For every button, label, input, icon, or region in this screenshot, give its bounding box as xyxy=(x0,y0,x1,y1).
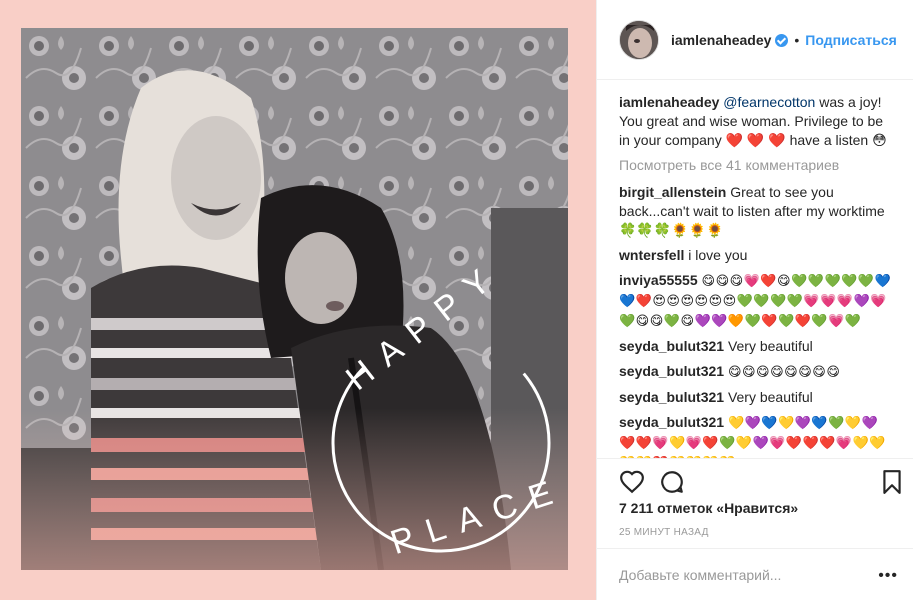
caption-mention[interactable]: @fearnecotton xyxy=(723,94,815,110)
comment-username[interactable]: seyda_bulut321 xyxy=(619,389,724,405)
comment-username[interactable]: wntersfell xyxy=(619,247,684,263)
post-timestamp: 25 МИНУТ НАЗАД xyxy=(619,527,709,538)
header-separator: • xyxy=(794,31,800,48)
comment-text: Very beautiful xyxy=(727,389,813,405)
add-comment-input[interactable] xyxy=(619,564,869,586)
more-options-icon[interactable]: ••• xyxy=(878,567,898,585)
follow-button[interactable]: Подписаться xyxy=(805,32,897,48)
post-photo[interactable]: HAPPY PLACE xyxy=(21,28,568,570)
caption: iamlenaheadey @fearnecotton was a joy! Y… xyxy=(619,93,894,150)
comment-item: seyda_bulut321 💛💜💙💛💜💙💚💛💜❤️❤️💗💛💗❤️💚💛💜💗❤️❤… xyxy=(619,413,894,458)
header-username[interactable]: iamlenaheadey xyxy=(671,32,771,48)
comment-item: inviya55555 😋😋😋💗❤️😋💚💚💚💚💚💙💙❤️😍😍😍😍😍😍💚💚💚💚💗💗… xyxy=(619,271,894,331)
avatar[interactable] xyxy=(619,19,659,60)
comment-item: wntersfell i love you xyxy=(619,246,894,265)
comment-bubble-icon[interactable] xyxy=(659,469,685,495)
like-heart-icon[interactable] xyxy=(619,469,645,495)
comment-username[interactable]: inviya55555 xyxy=(619,272,698,288)
comment-item: seyda_bulut321 Very beautiful xyxy=(619,388,894,407)
comment-item: birgit_allenstein Great to see you back.… xyxy=(619,183,894,240)
post-media[interactable]: HAPPY PLACE xyxy=(0,0,596,600)
add-comment-bar: ••• xyxy=(597,548,913,600)
bookmark-icon[interactable] xyxy=(879,469,905,495)
comment-username[interactable]: seyda_bulut321 xyxy=(619,363,724,379)
comment-text: Very beautiful xyxy=(727,338,813,354)
comment-item: seyda_bulut321 Very beautiful xyxy=(619,337,894,356)
comment-text: i love you xyxy=(688,247,748,263)
likes-count[interactable]: 7 211 отметок «Нравится» xyxy=(619,500,798,516)
avatar-image xyxy=(620,20,658,59)
comment-username[interactable]: birgit_allenstein xyxy=(619,184,726,200)
post-header: iamlenaheadey • Подписаться xyxy=(597,0,913,80)
comment-text: 😋😋😋😋😋😋😋😋 xyxy=(727,365,841,380)
comment-item: seyda_bulut321 😋😋😋😋😋😋😋😋 xyxy=(619,362,894,382)
post-side-panel: iamlenaheadey • Подписаться iamlenaheade… xyxy=(596,0,913,600)
comment-username[interactable]: seyda_bulut321 xyxy=(619,414,724,430)
comments-list[interactable]: iamlenaheadey @fearnecotton was a joy! Y… xyxy=(597,80,913,458)
comment-username[interactable]: seyda_bulut321 xyxy=(619,338,724,354)
view-all-comments-link[interactable]: Посмотреть все 41 комментариев xyxy=(619,156,894,175)
verified-badge-icon xyxy=(775,34,789,47)
caption-username[interactable]: iamlenaheadey xyxy=(619,94,719,110)
action-bar xyxy=(597,458,913,502)
